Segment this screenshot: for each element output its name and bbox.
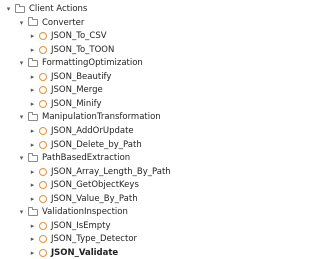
folder-label: Converter (42, 17, 85, 28)
tree-item-json-isempty[interactable]: ▸ JSON_IsEmpty (28, 220, 111, 232)
action-label: JSON_Array_Length_By_Path (51, 166, 171, 177)
chevron-right-icon[interactable]: ▸ (28, 247, 37, 259)
tree-root-client-actions[interactable]: ▾ Client Actions (4, 3, 87, 15)
chevron-right-icon[interactable]: ▸ (28, 71, 37, 83)
client-actions-tree: ▾ Client Actions ▾ Converter ▸ JSON_To_CSV ▸ JS… (0, 0, 250, 258)
action-label: JSON_Minify (51, 98, 102, 109)
action-label: JSON_IsEmpty (51, 220, 111, 231)
chevron-right-icon[interactable]: ▸ (28, 30, 37, 42)
action-label: JSON_GetObjectKeys (51, 180, 139, 191)
folder-label: FormattingOptimization (42, 58, 143, 69)
client-action-icon (39, 194, 47, 203)
chevron-right-icon[interactable]: ▸ (28, 125, 37, 137)
client-action-icon (39, 235, 47, 244)
chevron-down-icon[interactable]: ▾ (4, 3, 13, 15)
chevron-down-icon[interactable]: ▾ (17, 57, 26, 69)
client-action-icon (39, 248, 47, 257)
action-label: JSON_To_CSV (51, 31, 107, 42)
tree-item-json-validate[interactable]: ▸ JSON_Validate (28, 247, 118, 259)
client-action-icon (39, 126, 47, 135)
client-action-icon (39, 181, 47, 190)
chevron-right-icon[interactable]: ▸ (28, 139, 37, 151)
chevron-down-icon[interactable]: ▾ (17, 111, 26, 123)
client-action-icon (39, 45, 47, 54)
chevron-right-icon[interactable]: ▸ (28, 84, 37, 96)
tree-item-json-beautify[interactable]: ▸ JSON_Beautify (28, 71, 112, 83)
chevron-down-icon[interactable]: ▾ (17, 152, 26, 164)
client-action-icon (39, 72, 47, 81)
action-label: JSON_Beautify (51, 71, 112, 82)
client-action-icon (39, 32, 47, 41)
tree-item-json-minify[interactable]: ▸ JSON_Minify (28, 98, 102, 110)
action-label: JSON_Type_Detector (51, 234, 138, 245)
folder-icon (28, 152, 38, 162)
tree-item-json-to-csv[interactable]: ▸ JSON_To_CSV (28, 30, 107, 42)
folder-label: ValidationInspection (42, 207, 128, 218)
tree-folder-pathbasedextraction[interactable]: ▾ PathBasedExtraction (17, 152, 130, 164)
tree-folder-converter[interactable]: ▾ Converter (17, 17, 84, 29)
client-action-icon (39, 140, 47, 149)
tree-item-json-type-detector[interactable]: ▸ JSON_Type_Detector (28, 233, 137, 245)
folder-icon (28, 57, 38, 67)
action-label: JSON_Validate (51, 247, 119, 258)
folder-icon (28, 17, 38, 27)
chevron-right-icon[interactable]: ▸ (28, 193, 37, 205)
chevron-down-icon[interactable]: ▾ (17, 206, 26, 218)
action-label: JSON_To_TOON (51, 44, 115, 55)
chevron-right-icon[interactable]: ▸ (28, 220, 37, 232)
tree-folder-manipulationtransformation[interactable]: ▾ ManipulationTransformation (17, 111, 161, 123)
chevron-right-icon[interactable]: ▸ (28, 166, 37, 178)
action-label: JSON_Delete_by_Path (51, 139, 142, 150)
tree-folder-validationinspection[interactable]: ▾ ValidationInspection (17, 206, 128, 218)
folder-label: Client Actions (29, 4, 88, 14)
tree-item-json-delete-by-path[interactable]: ▸ JSON_Delete_by_Path (28, 139, 142, 151)
client-action-icon (39, 167, 47, 176)
folder-label: ManipulationTransformation (42, 112, 161, 123)
chevron-right-icon[interactable]: ▸ (28, 98, 37, 110)
action-label: JSON_Merge (51, 85, 103, 96)
tree-item-json-value-by-path[interactable]: ▸ JSON_Value_By_Path (28, 193, 138, 205)
client-action-icon (39, 86, 47, 95)
tree-item-json-merge[interactable]: ▸ JSON_Merge (28, 84, 103, 96)
client-action-icon (39, 99, 47, 108)
chevron-right-icon[interactable]: ▸ (28, 233, 37, 245)
tree-item-json-to-toon[interactable]: ▸ JSON_To_TOON (28, 44, 115, 56)
chevron-down-icon[interactable]: ▾ (17, 17, 26, 29)
client-action-icon (39, 221, 47, 230)
tree-item-json-array-length-by-path[interactable]: ▸ JSON_Array_Length_By_Path (28, 166, 171, 178)
folder-icon (15, 3, 25, 13)
chevron-right-icon[interactable]: ▸ (28, 179, 37, 191)
tree-item-json-getobjectkeys[interactable]: ▸ JSON_GetObjectKeys (28, 179, 139, 191)
tree-folder-formattingoptimization[interactable]: ▾ FormattingOptimization (17, 57, 143, 69)
tree-item-json-addorupdate[interactable]: ▸ JSON_AddOrUpdate (28, 125, 134, 137)
action-label: JSON_AddOrUpdate (51, 125, 134, 136)
folder-label: PathBasedExtraction (42, 153, 131, 164)
folder-icon (28, 206, 38, 216)
action-label: JSON_Value_By_Path (51, 193, 138, 204)
folder-icon (28, 111, 38, 121)
chevron-right-icon[interactable]: ▸ (28, 44, 37, 56)
